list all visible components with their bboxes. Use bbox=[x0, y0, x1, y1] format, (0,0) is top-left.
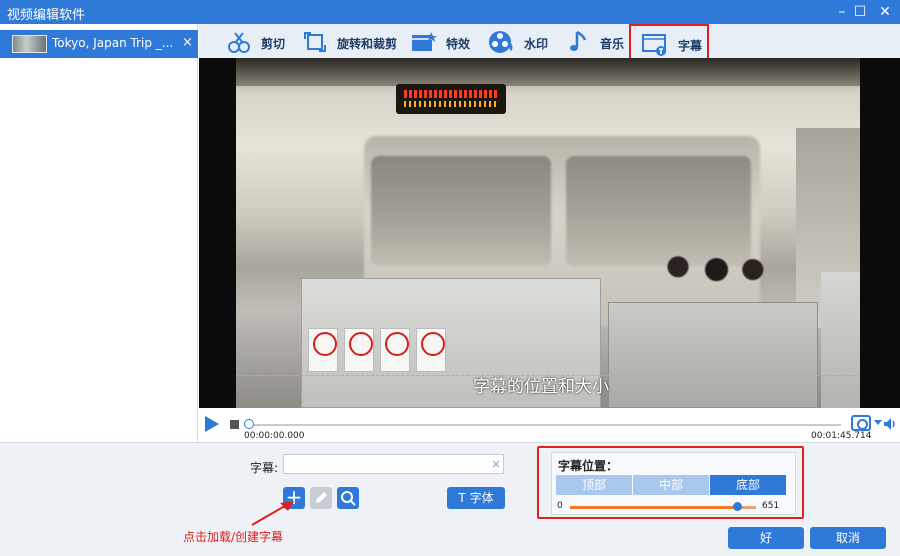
pencil-icon bbox=[316, 492, 327, 503]
scene-warning-sign bbox=[380, 328, 410, 372]
current-time: 00:00:00.000 bbox=[244, 431, 305, 441]
maximize-icon[interactable]: ☐ bbox=[850, 2, 870, 22]
subtitle-position-inner: 字幕位置： 顶部 中部 底部 0 651 bbox=[551, 452, 796, 515]
position-slider-handle[interactable] bbox=[733, 502, 743, 511]
tool-rotate-crop[interactable]: 旋转和裁剪 bbox=[301, 24, 401, 60]
stop-icon[interactable] bbox=[230, 420, 239, 429]
total-time: 00:01:45.714 bbox=[811, 431, 872, 441]
scene-train-window bbox=[371, 156, 551, 266]
media-item[interactable]: Tokyo, Japan Trip _... × bbox=[0, 30, 198, 58]
window-title: 视频编辑软件 bbox=[7, 8, 86, 23]
subtitle-label: 字幕: bbox=[250, 461, 279, 475]
effects-icon bbox=[412, 32, 437, 51]
edit-toolbar: 剪切 旋转和裁剪 特效 水印 音乐 字幕 bbox=[199, 24, 900, 60]
video-preview[interactable]: 字幕的位置和大小 bbox=[199, 58, 900, 408]
pointer-arrow-icon bbox=[251, 501, 294, 526]
music-icon bbox=[570, 30, 587, 51]
subtitle-position-panel: 字幕位置： 顶部 中部 底部 0 651 bbox=[537, 446, 804, 519]
minimize-icon[interactable]: – bbox=[832, 2, 852, 22]
scene-led-sign bbox=[396, 84, 506, 114]
font-button-label: 字体 bbox=[469, 491, 494, 505]
subtitle-icon bbox=[642, 34, 666, 56]
scene-warning-sign bbox=[308, 328, 338, 372]
position-slider-fill bbox=[570, 506, 738, 509]
search-icon bbox=[341, 491, 356, 506]
clear-icon[interactable]: × bbox=[491, 457, 501, 471]
chevron-down-icon[interactable] bbox=[874, 420, 882, 425]
tool-rotate-crop-label: 旋转和裁剪 bbox=[337, 37, 398, 51]
scene-warning-sign bbox=[344, 328, 374, 372]
position-top-button[interactable]: 顶部 bbox=[556, 475, 632, 495]
volume-icon[interactable] bbox=[883, 417, 897, 431]
hint-text: 点击加载/创建字幕 bbox=[183, 530, 284, 544]
cut-icon bbox=[228, 32, 250, 53]
media-close-icon[interactable]: × bbox=[182, 35, 193, 50]
scene-platform-gate bbox=[821, 272, 860, 408]
position-slider-min: 0 bbox=[557, 501, 563, 511]
player-controls: 00:00:00.000 00:01:45.714 bbox=[199, 408, 900, 442]
position-title: 字幕位置： bbox=[558, 459, 619, 473]
tool-watermark[interactable]: 水印 bbox=[487, 24, 557, 60]
media-thumbnail bbox=[12, 35, 47, 53]
seek-bar[interactable] bbox=[248, 424, 841, 426]
title-bar: 视频编辑软件 – ☐ ✕ bbox=[0, 0, 900, 24]
cancel-button[interactable]: 取消 bbox=[810, 527, 886, 549]
position-bottom-button[interactable]: 底部 bbox=[710, 475, 786, 495]
position-middle-button[interactable]: 中部 bbox=[633, 475, 709, 495]
watermark-icon bbox=[489, 31, 513, 53]
scene-warning-sign bbox=[416, 328, 446, 372]
seek-handle[interactable] bbox=[244, 419, 254, 429]
play-icon[interactable] bbox=[205, 416, 219, 432]
subtitle-overlay-text[interactable]: 字幕的位置和大小 bbox=[473, 372, 653, 397]
edit-subtitle-button[interactable] bbox=[310, 487, 332, 509]
tool-subtitle-label: 字幕 bbox=[678, 39, 703, 53]
close-icon[interactable]: ✕ bbox=[875, 2, 895, 22]
camera-icon[interactable] bbox=[851, 415, 871, 431]
search-subtitle-button[interactable] bbox=[337, 487, 359, 509]
tool-cut-label: 剪切 bbox=[261, 37, 286, 51]
tool-watermark-label: 水印 bbox=[524, 37, 549, 51]
ok-button[interactable]: 好 bbox=[728, 527, 804, 549]
subtitle-input[interactable] bbox=[283, 454, 504, 474]
tool-subtitle[interactable]: 字幕 bbox=[629, 24, 709, 60]
media-name: Tokyo, Japan Trip _... bbox=[52, 36, 174, 50]
tool-effects[interactable]: 特效 bbox=[409, 24, 489, 60]
tool-effects-label: 特效 bbox=[446, 37, 471, 51]
video-frame bbox=[236, 58, 860, 408]
position-slider-max: 651 bbox=[762, 501, 780, 511]
media-list: Tokyo, Japan Trip _... × bbox=[0, 24, 198, 442]
scene-people bbox=[656, 250, 766, 306]
scene-ceiling bbox=[236, 58, 860, 86]
font-icon: T bbox=[458, 491, 466, 505]
font-button[interactable]: T 字体 bbox=[447, 487, 505, 509]
tool-music-label: 音乐 bbox=[600, 37, 625, 51]
rotate-crop-icon bbox=[304, 32, 326, 52]
tool-music[interactable]: 音乐 bbox=[565, 24, 625, 60]
